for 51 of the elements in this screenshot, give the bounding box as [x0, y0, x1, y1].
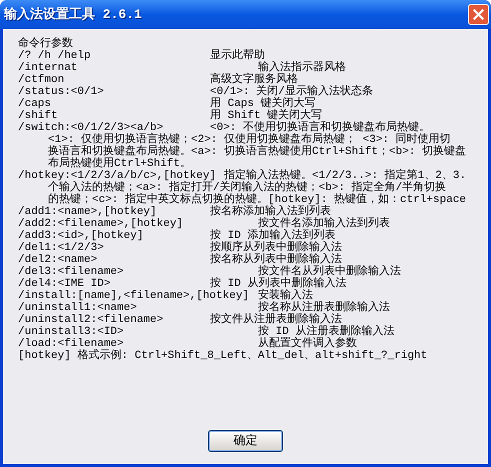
description-text: 按顺序从列表中删除输入法 [210, 242, 342, 254]
description-text: 按名称从列表中删除输入法 [210, 254, 342, 266]
window-title: 输入法设置工具 2.6.1 [4, 6, 142, 24]
command-text: /? /h /help [18, 50, 91, 62]
description-text: 用 Caps 键关闭大写 [210, 98, 316, 110]
command-text: /add3:<id>,[hotkey] [18, 230, 144, 242]
description-text: 按文件从注册表删除输入法 [210, 314, 342, 326]
command-text: /caps [18, 98, 52, 110]
command-text: /switch:<0/1/2/3><a/b> [18, 122, 164, 134]
description-text: 按名称添加输入法到列表 [210, 206, 331, 218]
command-text: /uninstall3:<ID> [18, 326, 124, 338]
description-text: 从配置文件调入参数 [258, 338, 357, 350]
command-text: /internat [18, 62, 78, 74]
command-text: /ctfmon [18, 74, 64, 86]
heading-text: 命令行参数 [18, 38, 73, 50]
description-text: <0/1>: 关闭/显示输入法状态条 [210, 86, 373, 98]
description-text: 安装输入法 [258, 290, 313, 302]
description-text: 的热键；<c>: 指定中英文标点切换的热键。[hotkey]: 热键值，如：ctrl+space [48, 194, 466, 206]
command-text: /uninstall1:<name> [18, 302, 137, 314]
close-button[interactable] [468, 4, 489, 25]
description-text: 按文件名从列表中删除输入法 [258, 266, 401, 278]
description-text: <0>: 不使用切换语言和切换键盘布局热键。 [210, 122, 430, 134]
description-text: 指定输入法热键。<1/2/3..>: 指定第1、2、3. [224, 170, 466, 182]
description-text: 显示此帮助 [210, 50, 265, 62]
note-text: [hotkey] 格式示例: Ctrl+Shift_8_Left、Alt_del、alt+shift_?_right [18, 350, 428, 362]
description-text: 高级文字服务风格 [210, 74, 298, 86]
description-text: 输入法指示器风格 [258, 62, 346, 74]
description-text: 个输入法的热键；<a>: 指定打开/关闭输入法的热键；<b>: 指定全角/半角切换 [48, 182, 446, 194]
command-text: /status:<0/1> [18, 86, 104, 98]
ok-button[interactable]: 确定 [208, 430, 283, 452]
command-text: /hotkey:<1/2/3/a/b/c>,[hotkey] [18, 170, 216, 182]
command-text: /del3:<filename> [18, 266, 124, 278]
command-text: /shift [18, 110, 58, 122]
description-text: 按 ID 从注册表删除输入法 [258, 326, 394, 338]
close-icon [473, 9, 484, 20]
command-text: /del1:<1/2/3> [18, 242, 104, 254]
description-text: <1>: 仅使用切换语言热键；<2>: 仅使用切换键盘布局热键； <3>: 同时使用切 [48, 134, 451, 146]
description-text: 换语言和切换键盘布局热键。<a>: 切换语言热键使用Ctrl+Shift；<b>: 切换键盘 [48, 146, 466, 158]
command-text: /del4:<IME ID> [18, 278, 110, 290]
command-text: /install:[name],<filename>,[hotkey] [18, 290, 250, 302]
description-text: 布局热键使用Ctrl+Shift。 [48, 158, 192, 170]
command-text: /load:<filename> [18, 338, 124, 350]
description-text: 用 Shift 键关闭大写 [210, 110, 322, 122]
command-text: /uninstall2:<filename> [18, 314, 164, 326]
command-text: /del2:<name> [18, 254, 98, 266]
description-text: 按 ID 添加输入法到列表 [210, 230, 336, 242]
description-text: 按 ID 从列表中删除输入法 [210, 278, 346, 290]
command-text: /add2:<filename>,[hotkey] [18, 218, 184, 230]
command-text: /add1:<name>,[hotkey] [18, 206, 157, 218]
description-text: 按文件名添加输入法到列表 [258, 218, 390, 230]
description-text: 按名称从注册表删除输入法 [258, 302, 390, 314]
